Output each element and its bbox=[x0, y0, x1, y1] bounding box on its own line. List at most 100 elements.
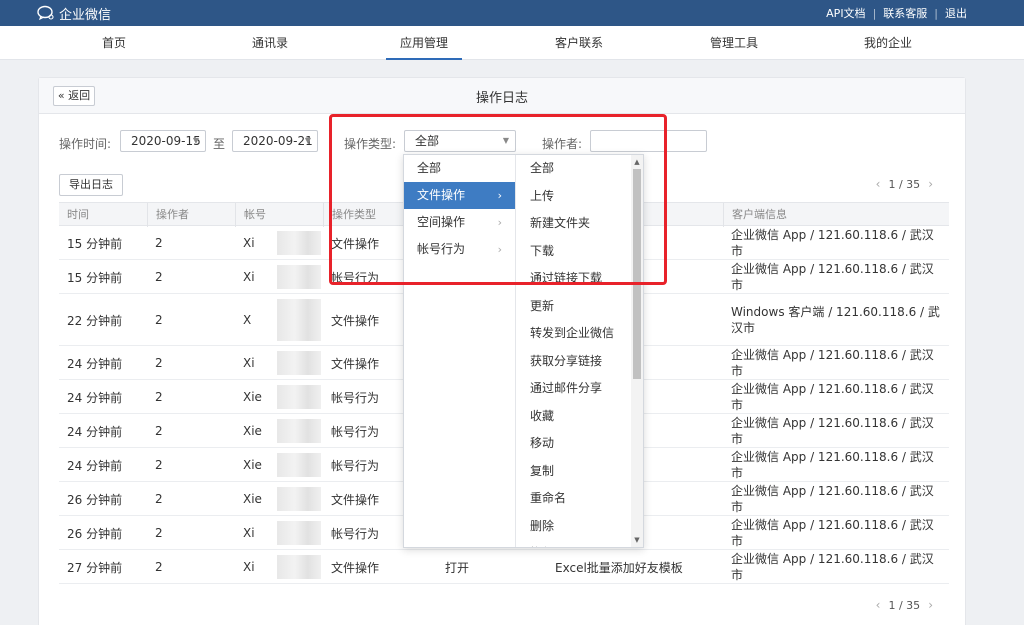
cell-operator: 2 bbox=[155, 313, 163, 327]
col-client-info: 客户端信息 bbox=[723, 203, 949, 227]
cell-client-info: 企业微信 App / 121.60.118.6 / 武汉市 bbox=[731, 552, 934, 582]
operator-input[interactable] bbox=[590, 130, 707, 152]
chevron-right-icon: › bbox=[497, 216, 502, 229]
cell-operator: 2 bbox=[155, 236, 163, 250]
chevron-right-icon[interactable]: › bbox=[928, 598, 933, 612]
dd-sub-item[interactable]: 上传 bbox=[517, 183, 631, 210]
category-list: 全部文件操作 › 空间操作 › 帐号行为 › bbox=[404, 155, 516, 547]
cell-time: 27 分钟前 bbox=[67, 560, 123, 575]
dd-cat-label: 空间操作 bbox=[417, 215, 466, 229]
blurred-account bbox=[277, 419, 321, 443]
cell-client-info: 企业微信 App / 121.60.118.6 / 武汉市 bbox=[731, 416, 934, 446]
end-date-select[interactable]: 2020-09-21 ▼ bbox=[232, 130, 318, 152]
cell-operator: 2 bbox=[155, 526, 163, 540]
dd-sub-item[interactable]: 转发到企业微信 bbox=[517, 320, 631, 347]
api-docs-link[interactable]: API文档 bbox=[826, 5, 865, 21]
dd-sub-item[interactable]: 恢复 bbox=[517, 540, 631, 547]
cell-time: 24 分钟前 bbox=[67, 458, 123, 473]
blurred-account bbox=[277, 299, 321, 341]
pager-bottom: ‹ 1 / 35 › bbox=[876, 598, 933, 612]
top-bar: 企业微信 API文档 | 联系客服 | 退出 bbox=[0, 0, 1024, 26]
chat-bubble-icon bbox=[37, 5, 54, 21]
col-account: 帐号 bbox=[235, 203, 323, 227]
page-indicator: 1 / 35 bbox=[888, 598, 921, 612]
cell-action: 打开 bbox=[445, 560, 470, 575]
dd-sub-item[interactable]: 全部 bbox=[517, 155, 631, 182]
scroll-thumb[interactable] bbox=[633, 169, 641, 379]
page-title: 操作日志 bbox=[475, 91, 528, 106]
cell-operator: 2 bbox=[155, 458, 163, 472]
cell-time: 24 分钟前 bbox=[67, 356, 123, 371]
logo[interactable]: 企业微信 bbox=[37, 4, 111, 23]
dd-sub-item[interactable]: 移动 bbox=[517, 430, 631, 457]
scroll-down-icon[interactable]: ▼ bbox=[633, 535, 641, 545]
cell-operator: 2 bbox=[155, 560, 163, 574]
nav-contacts[interactable]: 通讯录 bbox=[232, 26, 308, 60]
start-date-value: 2020-09-15 bbox=[131, 134, 201, 148]
chevron-right-icon: › bbox=[497, 189, 502, 202]
cell-operator: 2 bbox=[155, 424, 163, 438]
blurred-account bbox=[277, 265, 321, 289]
blurred-account bbox=[277, 521, 321, 545]
chevron-right-icon[interactable]: › bbox=[928, 177, 933, 191]
scroll-up-icon[interactable]: ▲ bbox=[633, 157, 641, 167]
dd-sub-item[interactable]: 收藏 bbox=[517, 403, 631, 430]
dd-cat-label: 文件操作 bbox=[417, 188, 466, 202]
caret-down-icon: ▼ bbox=[192, 136, 199, 145]
chevron-left-icon[interactable]: ‹ bbox=[876, 598, 881, 612]
chevron-left-icon[interactable]: ‹ bbox=[876, 177, 881, 191]
type-label: 操作类型: bbox=[344, 137, 397, 151]
dd-cat-all[interactable]: 全部 bbox=[404, 155, 515, 182]
dd-cat-file-ops[interactable]: 文件操作 › bbox=[404, 182, 515, 209]
cell-time: 26 分钟前 bbox=[67, 492, 123, 507]
dd-sub-item[interactable]: 新建文件夹 bbox=[517, 210, 631, 237]
dd-sub-item[interactable]: 复制 bbox=[517, 458, 631, 485]
chevron-right-icon: › bbox=[497, 243, 502, 256]
cell-operation-type: 文件操作 bbox=[331, 560, 380, 575]
contact-support-link[interactable]: 联系客服 bbox=[883, 5, 927, 21]
blurred-account bbox=[277, 487, 321, 511]
dd-sub-item[interactable]: 获取分享链接 bbox=[517, 348, 631, 375]
caret-down-icon: ▼ bbox=[502, 136, 509, 145]
dd-sub-item[interactable]: 删除 bbox=[517, 513, 631, 540]
dd-sub-item[interactable]: 更新 bbox=[517, 293, 631, 320]
start-date-select[interactable]: 2020-09-15 ▼ bbox=[120, 130, 206, 152]
main-nav: 首页 通讯录 应用管理 客户联系 管理工具 我的企业 bbox=[0, 26, 1024, 60]
dd-sub-item[interactable]: 通过邮件分享 bbox=[517, 375, 631, 402]
top-links: API文档 | 联系客服 | 退出 bbox=[826, 5, 967, 21]
card-header: « 返回 操作日志 bbox=[39, 78, 965, 114]
cell-client-info: 企业微信 App / 121.60.118.6 / 武汉市 bbox=[731, 382, 934, 412]
dd-cat-account-behavior[interactable]: 帐号行为 › bbox=[404, 236, 515, 263]
nav-management-tools[interactable]: 管理工具 bbox=[696, 26, 772, 60]
col-operator: 操作者 bbox=[147, 203, 235, 227]
dd-sub-item[interactable]: 通过链接下载 bbox=[517, 265, 631, 292]
logout-link[interactable]: 退出 bbox=[945, 5, 967, 21]
nav-app-management[interactable]: 应用管理 bbox=[386, 26, 462, 60]
dd-sub-item[interactable]: 重命名 bbox=[517, 485, 631, 512]
operator-label: 操作者: bbox=[542, 137, 583, 151]
cell-client-info: 企业微信 App / 121.60.118.6 / 武汉市 bbox=[731, 348, 934, 378]
dd-sub-item[interactable]: 下载 bbox=[517, 238, 631, 265]
cell-time: 15 分钟前 bbox=[67, 270, 123, 285]
end-date-value: 2020-09-21 bbox=[243, 134, 313, 148]
blurred-account bbox=[277, 453, 321, 477]
cell-time: 22 分钟前 bbox=[67, 313, 123, 328]
operation-type-select[interactable]: 全部 ▼ bbox=[404, 130, 516, 152]
dropdown-scrollbar[interactable]: ▲ ▼ bbox=[631, 155, 643, 547]
nav-home[interactable]: 首页 bbox=[76, 26, 152, 60]
sub-item-list: 全部 上传 新建文件夹 下载 通过链接下载 更新 转发到企业微信 获取分享链接 通过邮件分享 收藏… bbox=[517, 155, 631, 547]
cell-operator: 2 bbox=[155, 356, 163, 370]
cell-time: 24 分钟前 bbox=[67, 424, 123, 439]
blurred-account bbox=[277, 351, 321, 375]
blurred-account bbox=[277, 385, 321, 409]
cell-operator: 2 bbox=[155, 390, 163, 404]
dd-cat-space-ops[interactable]: 空间操作 › bbox=[404, 209, 515, 236]
nav-my-enterprise[interactable]: 我的企业 bbox=[850, 26, 926, 60]
cell-time: 24 分钟前 bbox=[67, 390, 123, 405]
page-indicator: 1 / 35 bbox=[888, 177, 921, 191]
nav-customer-contact[interactable]: 客户联系 bbox=[541, 26, 617, 60]
dd-cat-label: 帐号行为 bbox=[417, 242, 466, 256]
blurred-account bbox=[277, 555, 321, 579]
export-log-button[interactable]: 导出日志 bbox=[59, 174, 123, 196]
time-label: 操作时间: bbox=[59, 137, 112, 151]
